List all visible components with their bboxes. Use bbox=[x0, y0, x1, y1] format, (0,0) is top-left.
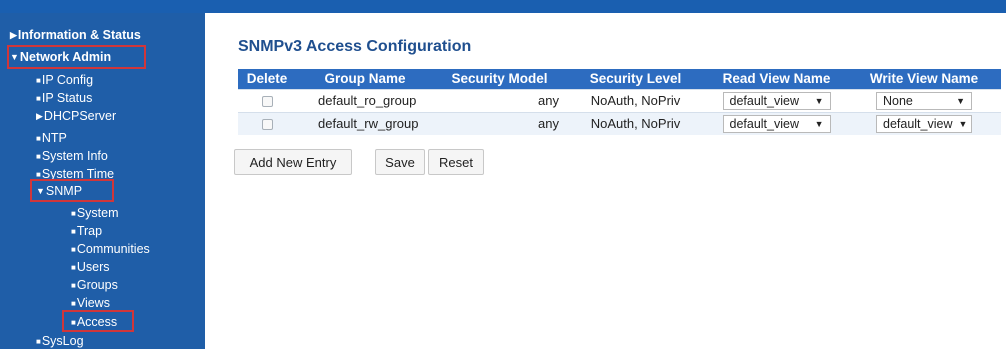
security-level-cell: NoAuth, NoPriv bbox=[565, 88, 706, 112]
read-view-cell: default_view ▼ bbox=[706, 88, 847, 112]
highlight-box-access bbox=[62, 310, 134, 332]
sidebar-item-snmp-communities[interactable]: ■Communities bbox=[71, 241, 150, 258]
save-button[interactable]: Save bbox=[375, 149, 425, 175]
page-title: SNMPv3 Access Configuration bbox=[238, 38, 472, 55]
sidebar-item-ip-config[interactable]: ■IP Config bbox=[36, 72, 93, 89]
read-view-cell: default_view ▼ bbox=[706, 111, 847, 135]
delete-cell bbox=[238, 111, 296, 135]
sidebar-item-ntp[interactable]: ■NTP bbox=[36, 130, 67, 147]
sidebar-item-syslog[interactable]: ■SysLog bbox=[36, 333, 84, 350]
read-view-select[interactable]: default_view ▼ bbox=[722, 91, 831, 110]
bullet-icon: ■ bbox=[71, 263, 76, 272]
delete-cell bbox=[238, 88, 296, 112]
main-content: SNMPv3 Access Configuration Delete Group… bbox=[205, 13, 1006, 349]
group-name-cell: default_rw_group bbox=[296, 111, 434, 135]
bullet-icon: ■ bbox=[71, 227, 76, 236]
bullet-icon: ■ bbox=[36, 76, 41, 85]
write-view-select[interactable]: default_view ▼ bbox=[876, 114, 972, 133]
dropdown-arrow-icon: ▼ bbox=[958, 118, 968, 129]
column-header-security-model: Security Model bbox=[434, 69, 565, 89]
read-view-select[interactable]: default_view ▼ bbox=[722, 114, 831, 133]
bullet-icon: ■ bbox=[36, 152, 41, 161]
highlight-box-snmp bbox=[30, 179, 114, 202]
bullet-icon: ■ bbox=[36, 134, 41, 143]
sidebar-item-snmp-users[interactable]: ■Users bbox=[71, 259, 110, 276]
group-name-cell: default_ro_group bbox=[296, 88, 434, 112]
write-view-cell: default_view ▼ bbox=[847, 111, 1001, 135]
caret-right-icon: ▶ bbox=[10, 30, 17, 40]
delete-checkbox[interactable] bbox=[261, 96, 273, 108]
dropdown-arrow-icon: ▼ bbox=[956, 95, 965, 106]
sidebar-item-snmp-trap[interactable]: ■Trap bbox=[71, 223, 102, 240]
sidebar: ▶Information & Status ▼Network Admin ■IP… bbox=[0, 13, 205, 349]
add-new-entry-button[interactable]: Add New Entry bbox=[234, 149, 352, 175]
security-model-cell: any bbox=[434, 88, 565, 112]
security-model-cell: any bbox=[434, 111, 565, 135]
bullet-icon: ■ bbox=[36, 337, 41, 346]
table-header-row: Delete Group Name Security Model Securit… bbox=[238, 69, 1001, 89]
reset-button[interactable]: Reset bbox=[428, 149, 484, 175]
security-level-cell: NoAuth, NoPriv bbox=[565, 111, 706, 135]
sidebar-item-system-info[interactable]: ■System Info bbox=[36, 148, 108, 165]
dropdown-arrow-icon: ▼ bbox=[814, 95, 824, 106]
sidebar-item-dhcp-server[interactable]: ▶DHCPServer bbox=[36, 108, 116, 124]
sidebar-item-ip-status[interactable]: ■IP Status bbox=[36, 90, 92, 107]
column-header-security-level: Security Level bbox=[565, 69, 706, 89]
dropdown-arrow-icon: ▼ bbox=[814, 118, 824, 129]
column-header-read-view-name: Read View Name bbox=[706, 69, 847, 89]
top-bar bbox=[0, 0, 1006, 13]
column-header-group-name: Group Name bbox=[296, 69, 434, 89]
bullet-icon: ■ bbox=[71, 209, 76, 218]
sidebar-item-information-status[interactable]: ▶Information & Status bbox=[10, 27, 141, 43]
delete-checkbox[interactable] bbox=[261, 119, 273, 131]
caret-right-icon: ▶ bbox=[36, 111, 43, 121]
bullet-icon: ■ bbox=[71, 281, 76, 290]
bullet-icon: ■ bbox=[36, 94, 41, 103]
column-header-delete: Delete bbox=[238, 69, 296, 89]
access-table: Delete Group Name Security Model Securit… bbox=[238, 69, 1001, 135]
column-header-write-view-name: Write View Name bbox=[847, 69, 1001, 89]
write-view-select[interactable]: None ▼ bbox=[876, 91, 972, 110]
write-view-cell: None ▼ bbox=[847, 88, 1001, 112]
table-row: default_ro_group any NoAuth, NoPriv defa… bbox=[238, 88, 1001, 112]
sidebar-item-snmp-system[interactable]: ■System bbox=[71, 205, 119, 222]
sidebar-item-snmp-groups[interactable]: ■Groups bbox=[71, 277, 118, 294]
highlight-box-network-admin bbox=[7, 45, 146, 69]
table-row: default_rw_group any NoAuth, NoPriv defa… bbox=[238, 111, 1001, 135]
bullet-icon: ■ bbox=[71, 245, 76, 254]
